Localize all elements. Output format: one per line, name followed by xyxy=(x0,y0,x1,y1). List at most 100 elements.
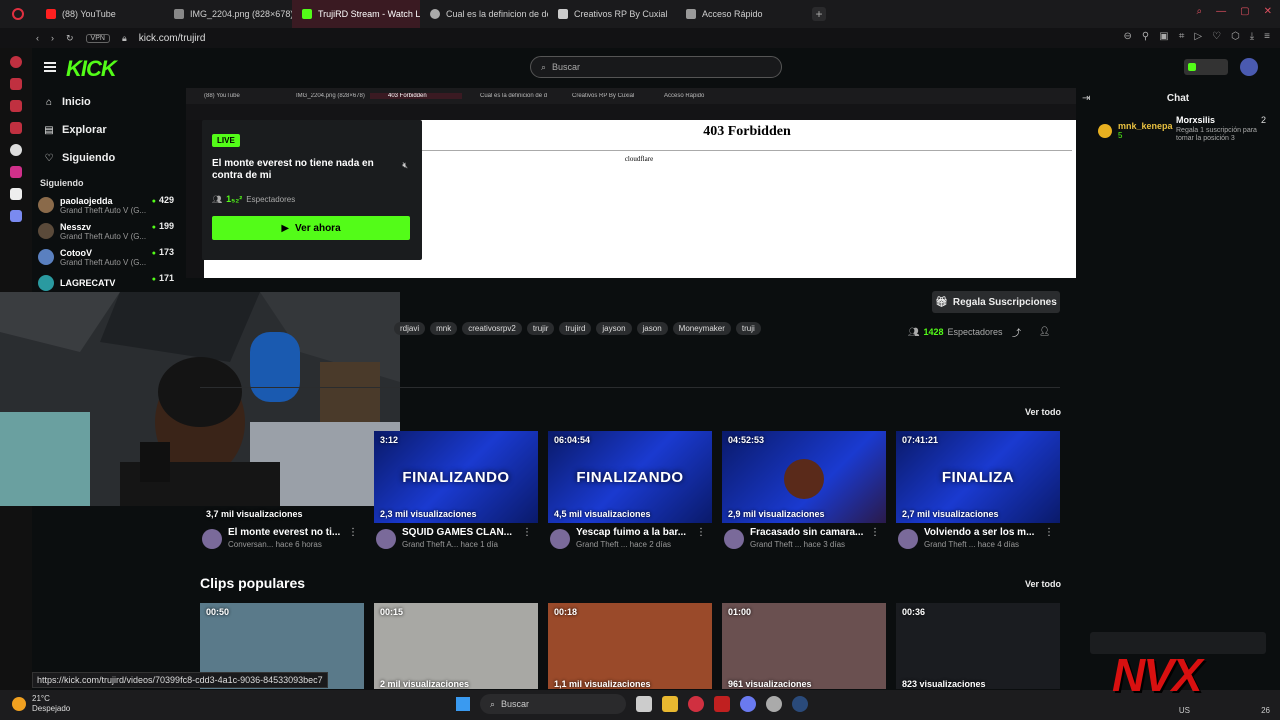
url-field[interactable]: kick.com/trujird xyxy=(139,33,206,44)
more-options-icon[interactable]: ⋮ xyxy=(870,527,880,538)
nav-siguiendo[interactable]: ♡ Siguiendo xyxy=(32,144,180,172)
clip-card[interactable]: 00:18 1,1 mil visualizaciones xyxy=(548,603,712,689)
video-title[interactable]: Fracasado sin camara... xyxy=(750,527,870,538)
tag[interactable]: trujir xyxy=(526,322,555,335)
play-icon[interactable]: ▷ xyxy=(1194,31,1202,42)
following-item[interactable]: paolaojeddaGrand Theft Auto V (G...429 xyxy=(32,192,180,218)
tab-definicion[interactable]: Cual es la definicion de de xyxy=(420,0,548,28)
video-card[interactable]: 07:41:21 FINALIZA 2,7 mil visualizaciones … xyxy=(896,431,1060,557)
messenger-icon[interactable] xyxy=(10,78,22,90)
video-title[interactable]: El monte everest no ti... xyxy=(228,527,348,538)
more-options-icon[interactable]: ⋮ xyxy=(1044,527,1054,538)
tag[interactable]: creativosrpv2 xyxy=(462,322,522,335)
more-options-icon[interactable]: ⋮ xyxy=(348,527,358,538)
instagram-icon[interactable] xyxy=(10,122,22,134)
crop-icon[interactable]: ⌗ xyxy=(1179,31,1185,42)
video-card[interactable]: 3:12 FINALIZANDO 2,3 mil visualizaciones S… xyxy=(374,431,538,557)
embedded-tab[interactable]: IMG_2204.png (828×678) xyxy=(278,93,370,99)
tab-acceso-rapido[interactable]: Acceso Rápido xyxy=(676,0,804,28)
aria-icon[interactable] xyxy=(10,56,22,68)
theme-toggle[interactable] xyxy=(1184,59,1228,75)
video-title[interactable]: Yescap fuimo a la bar... xyxy=(576,527,696,538)
video-thumbnail[interactable]: 06:04:54 FINALIZANDO 4,5 mil visualizacion… xyxy=(548,431,712,523)
close-icon[interactable]: ✕ xyxy=(1264,6,1272,17)
tag[interactable]: Moneymaker xyxy=(672,322,731,335)
clip-card[interactable]: 00:15 2 mil visualizaciones xyxy=(374,603,538,689)
chatgpt-icon[interactable] xyxy=(10,144,22,156)
watch-now-button[interactable]: ▶ Ver ahora xyxy=(212,216,410,240)
following-item[interactable]: CotooVGrand Theft Auto V (G...173 xyxy=(32,244,180,270)
video-thumbnail[interactable]: 04:52:53 2,9 mil visualizaciones xyxy=(722,431,886,523)
tag[interactable]: truji xyxy=(735,322,761,335)
search-tabs-icon[interactable]: ⌕ xyxy=(1197,6,1203,17)
video-card[interactable]: 3,7 mil visualizaciones El monte everest… xyxy=(200,431,364,557)
heart-icon[interactable]: ♡ xyxy=(1212,31,1221,42)
steam-icon[interactable] xyxy=(792,696,808,712)
tag[interactable]: mnk xyxy=(430,322,458,335)
video-card[interactable]: 06:04:54 FINALIZANDO 4,5 mil visualizacion… xyxy=(548,431,712,557)
app-icon[interactable] xyxy=(714,696,730,712)
tag[interactable]: rdjavi xyxy=(394,322,426,335)
embedded-tab-active[interactable]: 403 Forbidden xyxy=(370,93,462,99)
tab-trujird[interactable]: TrujiRD Stream - Watch Li xyxy=(292,0,420,28)
new-tab-button[interactable]: + xyxy=(812,7,826,21)
task-view-icon[interactable] xyxy=(636,696,652,712)
snapshot-icon[interactable]: ▣ xyxy=(1159,31,1168,42)
tag[interactable]: jason xyxy=(636,322,668,335)
discord-icon[interactable] xyxy=(740,696,756,712)
tab-youtube[interactable]: (88) YouTube xyxy=(36,0,164,28)
windows-start-icon[interactable] xyxy=(456,697,470,711)
minimize-icon[interactable]: — xyxy=(1216,6,1226,17)
avatar[interactable] xyxy=(376,529,396,549)
top-gifter[interactable]: mnk_kenepa 5 xyxy=(1118,121,1173,140)
chatgpt-icon[interactable] xyxy=(766,696,782,712)
pin-icon[interactable]: ⚲ xyxy=(1142,31,1149,42)
menu-toggle-icon[interactable] xyxy=(44,62,56,72)
embedded-tab[interactable]: (88) YouTube xyxy=(186,93,278,99)
clip-card[interactable]: 00:36 823 visualizaciones xyxy=(896,603,1060,689)
discord-icon[interactable] xyxy=(10,210,22,222)
reload-icon[interactable]: ↻ xyxy=(66,33,74,44)
video-title[interactable]: SQUID GAMES CLAN... xyxy=(402,527,522,538)
video-card[interactable]: 04:52:53 2,9 mil visualizaciones Fracasad… xyxy=(722,431,886,557)
avatar[interactable] xyxy=(898,529,918,549)
gift-leaderboard-entry[interactable]: Morxsilis 2 Regala 1 suscripción para to… xyxy=(1176,115,1272,143)
file-explorer-icon[interactable] xyxy=(662,696,678,712)
nav-inicio[interactable]: ⌂ Inicio xyxy=(32,88,180,116)
see-all-clips-link[interactable]: Ver todo xyxy=(1025,579,1061,589)
video-thumbnail[interactable]: 3:12 FINALIZANDO 2,3 mil visualizaciones xyxy=(374,431,538,523)
clip-card[interactable]: 01:00 961 visualizaciones xyxy=(722,603,886,689)
kick-logo[interactable]: KICK xyxy=(66,56,117,82)
taskbar-search[interactable]: ⌕ Buscar xyxy=(480,694,626,714)
video-title[interactable]: Volviendo a ser los m... xyxy=(924,527,1044,538)
see-all-videos-link[interactable]: Ver todo xyxy=(1025,407,1061,417)
maximize-icon[interactable]: ▢ xyxy=(1240,6,1249,17)
vpn-badge[interactable]: VPN xyxy=(85,33,110,43)
nav-explorar[interactable]: ▤ Explorar xyxy=(32,116,180,144)
menu-icon[interactable]: ≡ xyxy=(1264,31,1270,42)
user-avatar[interactable] xyxy=(1240,58,1258,76)
gift-subs-button[interactable]: 🎁︎ Regala Suscripciones xyxy=(932,291,1060,313)
video-thumbnail[interactable]: 3,7 mil visualizaciones xyxy=(200,431,364,523)
share-icon[interactable]: ⤴ xyxy=(1012,326,1021,339)
opera-logo-icon[interactable] xyxy=(0,0,36,28)
extensions-icon[interactable]: ⬡ xyxy=(1231,31,1240,42)
follow-user-icon[interactable]: 👤︎ xyxy=(1039,326,1050,339)
more-options-icon[interactable]: ⋮ xyxy=(522,527,532,538)
video-thumbnail[interactable]: 07:41:21 FINALIZA 2,7 mil visualizaciones xyxy=(896,431,1060,523)
back-icon[interactable]: ‹ xyxy=(36,33,39,43)
tab-image[interactable]: IMG_2204.png (828×678) xyxy=(164,0,292,28)
avatar[interactable] xyxy=(550,529,570,549)
forward-icon[interactable]: › xyxy=(51,33,54,43)
zoom-icon[interactable]: ⊖ xyxy=(1124,31,1132,42)
embedded-tab[interactable]: Creativos RP By Cuxial xyxy=(554,93,646,99)
tag[interactable]: jayson xyxy=(596,322,632,335)
tiktok-icon[interactable] xyxy=(10,188,22,200)
embedded-tab[interactable]: Cual es la definicion de d xyxy=(462,93,554,99)
avatar[interactable] xyxy=(202,529,222,549)
avatar[interactable] xyxy=(724,529,744,549)
tag[interactable]: trujird xyxy=(559,322,592,335)
tab-creativos[interactable]: Creativos RP By Cuxial xyxy=(548,0,676,28)
whatsapp-icon[interactable] xyxy=(10,100,22,112)
more-options-icon[interactable]: ⋮ xyxy=(696,527,706,538)
